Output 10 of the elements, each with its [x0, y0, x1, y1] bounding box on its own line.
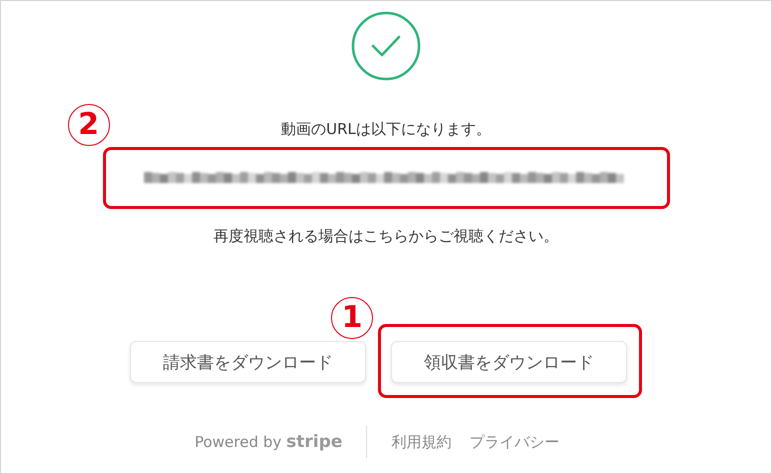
success-check-icon	[351, 11, 421, 81]
footer-link[interactable]: 利用規約	[391, 432, 452, 452]
annotation-number: 1	[331, 297, 373, 339]
powered-by-text: Powered by stripe	[194, 432, 342, 452]
footer-link[interactable]: プライバシー	[469, 432, 560, 452]
message-text: 動画のURLは以下になります。	[281, 120, 491, 139]
download-button[interactable]: 請求書をダウンロード	[130, 341, 366, 383]
annotation-number: 2	[68, 104, 110, 146]
download-button[interactable]: 領収書をダウンロード	[391, 341, 627, 383]
instruction-text: 再度視聴される場合はこちらからご視聴ください。	[214, 227, 558, 246]
